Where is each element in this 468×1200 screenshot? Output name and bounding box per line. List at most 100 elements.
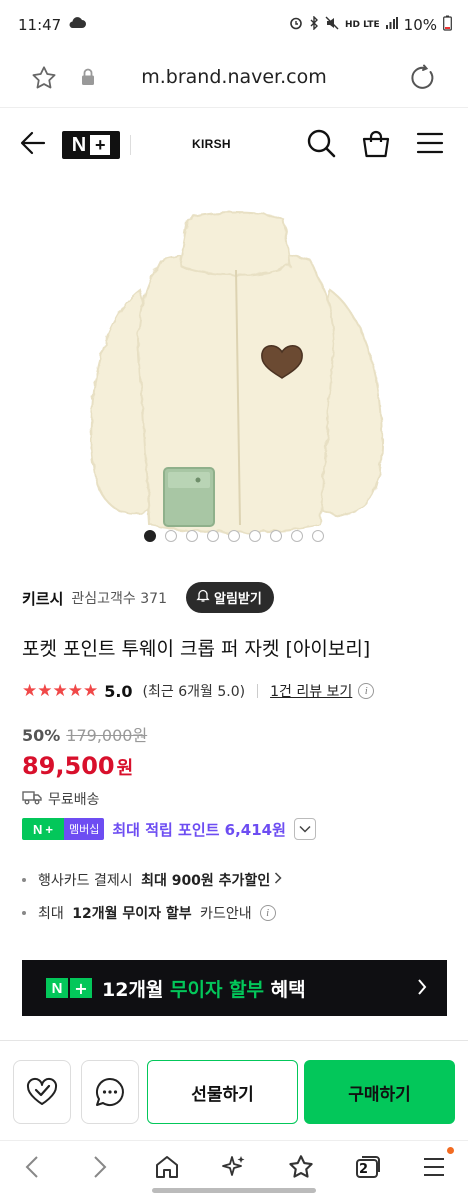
status-bar: 11:47 HD LTE 10% bbox=[0, 0, 468, 50]
chevron-right-icon bbox=[274, 872, 282, 888]
followers-count: 관심고객수 371 bbox=[71, 591, 167, 607]
pagination-dot[interactable] bbox=[144, 530, 156, 542]
pagination-dot[interactable] bbox=[291, 530, 303, 542]
rating-separator bbox=[257, 684, 259, 698]
brand-logo[interactable]: KIRSH bbox=[192, 137, 231, 151]
pagination-dot[interactable] bbox=[165, 530, 177, 542]
benefit-prefix: 행사카드 결제시 bbox=[38, 873, 138, 889]
banner-text: 12개월 무이자 할부 혜택 bbox=[102, 975, 306, 1002]
badge-membership-label: 멤버십 bbox=[64, 818, 105, 840]
network-label: HD LTE bbox=[344, 20, 380, 30]
chevron-right-icon bbox=[417, 978, 427, 1000]
membership-points-row: N + 멤버십 최대 적립 포인트 6,414원 bbox=[22, 818, 316, 840]
mute-icon bbox=[325, 16, 339, 34]
home-icon[interactable] bbox=[149, 1149, 185, 1185]
gift-button[interactable]: 선물하기 bbox=[147, 1060, 298, 1124]
original-price: 179,000원 bbox=[66, 726, 148, 745]
benefit-bold: 12개월 무이자 할부 bbox=[72, 906, 192, 922]
installment-benefit[interactable]: 최대 12개월 무이자 할부 카드안내 i bbox=[22, 903, 276, 923]
tabs-icon[interactable]: 2 bbox=[350, 1149, 386, 1185]
sale-price-row: 89,500 원 bbox=[22, 752, 133, 780]
back-arrow-icon[interactable] bbox=[20, 130, 46, 160]
wishlist-button[interactable] bbox=[13, 1060, 71, 1124]
rating-stars: ★★★★★ bbox=[22, 680, 99, 701]
divider bbox=[0, 1040, 468, 1041]
alarm-icon bbox=[289, 16, 303, 34]
bullet bbox=[22, 878, 26, 882]
info-icon[interactable]: i bbox=[358, 683, 375, 699]
truck-icon bbox=[22, 789, 42, 809]
buy-button[interactable]: 구매하기 bbox=[304, 1060, 455, 1124]
pagination-dot[interactable] bbox=[249, 530, 261, 542]
alarm-button-label: 알림받기 bbox=[214, 592, 262, 607]
bookmarks-star-icon[interactable] bbox=[283, 1149, 319, 1185]
heart-check-icon bbox=[26, 1077, 58, 1105]
cloud-icon bbox=[69, 16, 87, 34]
max-points-text: 최대 적립 포인트 6,414원 bbox=[112, 820, 286, 839]
battery-icon bbox=[443, 15, 452, 35]
lock-icon bbox=[80, 68, 96, 90]
browser-url-bar: m.brand.naver.com bbox=[0, 50, 468, 108]
banner-text-green: 무이자 할부 bbox=[170, 978, 265, 1001]
battery-percent: 10% bbox=[403, 16, 437, 34]
banner-text-b: 혜택 bbox=[264, 978, 306, 1001]
card-discount-benefit[interactable]: 행사카드 결제시 최대 900원 추가할인 bbox=[22, 870, 282, 890]
pagination-dot[interactable] bbox=[270, 530, 282, 542]
points-expand-button[interactable] bbox=[293, 818, 316, 840]
naver-plus-logo[interactable]: N + bbox=[62, 131, 120, 159]
review-link[interactable]: 1건 리뷰 보기 bbox=[270, 681, 352, 701]
pagination-dot[interactable] bbox=[228, 530, 240, 542]
signal-icon bbox=[385, 17, 398, 33]
store-info-row: 키르시 관심고객수 371 알림받기 bbox=[22, 582, 446, 613]
url-text[interactable]: m.brand.naver.com bbox=[0, 66, 468, 88]
pagination-dot[interactable] bbox=[207, 530, 219, 542]
logo-plus: + bbox=[90, 135, 111, 155]
rating-row: ★★★★★ 5.0 (최근 6개월 5.0) 1건 리뷰 보기 i bbox=[22, 680, 375, 702]
pagination-dot[interactable] bbox=[312, 530, 324, 542]
discount-row: 50% 179,000원 bbox=[22, 722, 147, 746]
banner-logo-plus: + bbox=[70, 978, 92, 998]
header-divider bbox=[130, 135, 131, 155]
refresh-icon[interactable] bbox=[408, 63, 438, 97]
banner-logo-n: N bbox=[46, 978, 68, 998]
purchase-action-bar: 선물하기 구매하기 bbox=[0, 1060, 468, 1124]
bell-plus-icon bbox=[196, 588, 210, 607]
banner-text-a: 12개월 bbox=[102, 978, 171, 1001]
shipping-info: 무료배송 bbox=[22, 789, 100, 809]
notification-dot bbox=[447, 1147, 454, 1154]
alarm-subscribe-button[interactable]: 알림받기 bbox=[186, 582, 274, 613]
search-icon[interactable] bbox=[306, 128, 336, 162]
rating-score: 5.0 bbox=[104, 681, 133, 701]
chat-inquiry-button[interactable] bbox=[81, 1060, 139, 1124]
bluetooth-icon bbox=[309, 15, 319, 34]
logo-letter: N bbox=[71, 133, 87, 156]
pagination-dot[interactable] bbox=[186, 530, 198, 542]
product-title: 포켓 포인트 투웨이 크롭 퍼 자켓 [아이보리] bbox=[22, 638, 371, 660]
chat-bubble-icon bbox=[95, 1077, 124, 1106]
sale-price: 89,500 bbox=[22, 752, 115, 780]
bookmark-star-icon[interactable] bbox=[30, 64, 58, 96]
home-indicator[interactable] bbox=[152, 1188, 316, 1193]
product-image[interactable] bbox=[0, 180, 468, 560]
image-pagination-dots bbox=[0, 530, 468, 542]
shopping-bag-icon[interactable] bbox=[360, 128, 392, 164]
tabs-count: 2 bbox=[359, 1162, 369, 1177]
store-name[interactable]: 키르시 bbox=[22, 588, 63, 609]
naver-plus-banner-logo: N + bbox=[46, 978, 92, 998]
hamburger-menu-icon[interactable] bbox=[416, 130, 444, 160]
recent-rating: (최근 6개월 5.0) bbox=[142, 684, 246, 700]
sparkle-icon[interactable] bbox=[216, 1149, 252, 1185]
browser-forward-icon[interactable] bbox=[82, 1149, 118, 1185]
currency-label: 원 bbox=[116, 758, 134, 779]
browser-back-icon[interactable] bbox=[14, 1149, 50, 1185]
browser-bottom-nav: 2 bbox=[0, 1140, 468, 1184]
status-time: 11:47 bbox=[18, 16, 62, 34]
benefit-suffix: 카드안내 bbox=[195, 906, 252, 922]
shipping-label: 무료배송 bbox=[48, 792, 100, 808]
benefit-bold: 최대 900원 추가할인 bbox=[141, 873, 271, 889]
browser-menu-icon[interactable] bbox=[416, 1149, 452, 1185]
discount-rate: 50% bbox=[22, 726, 61, 745]
chevron-down-icon bbox=[299, 825, 311, 833]
info-icon[interactable]: i bbox=[259, 905, 276, 921]
installment-banner[interactable]: N + 12개월 무이자 할부 혜택 bbox=[22, 960, 447, 1016]
